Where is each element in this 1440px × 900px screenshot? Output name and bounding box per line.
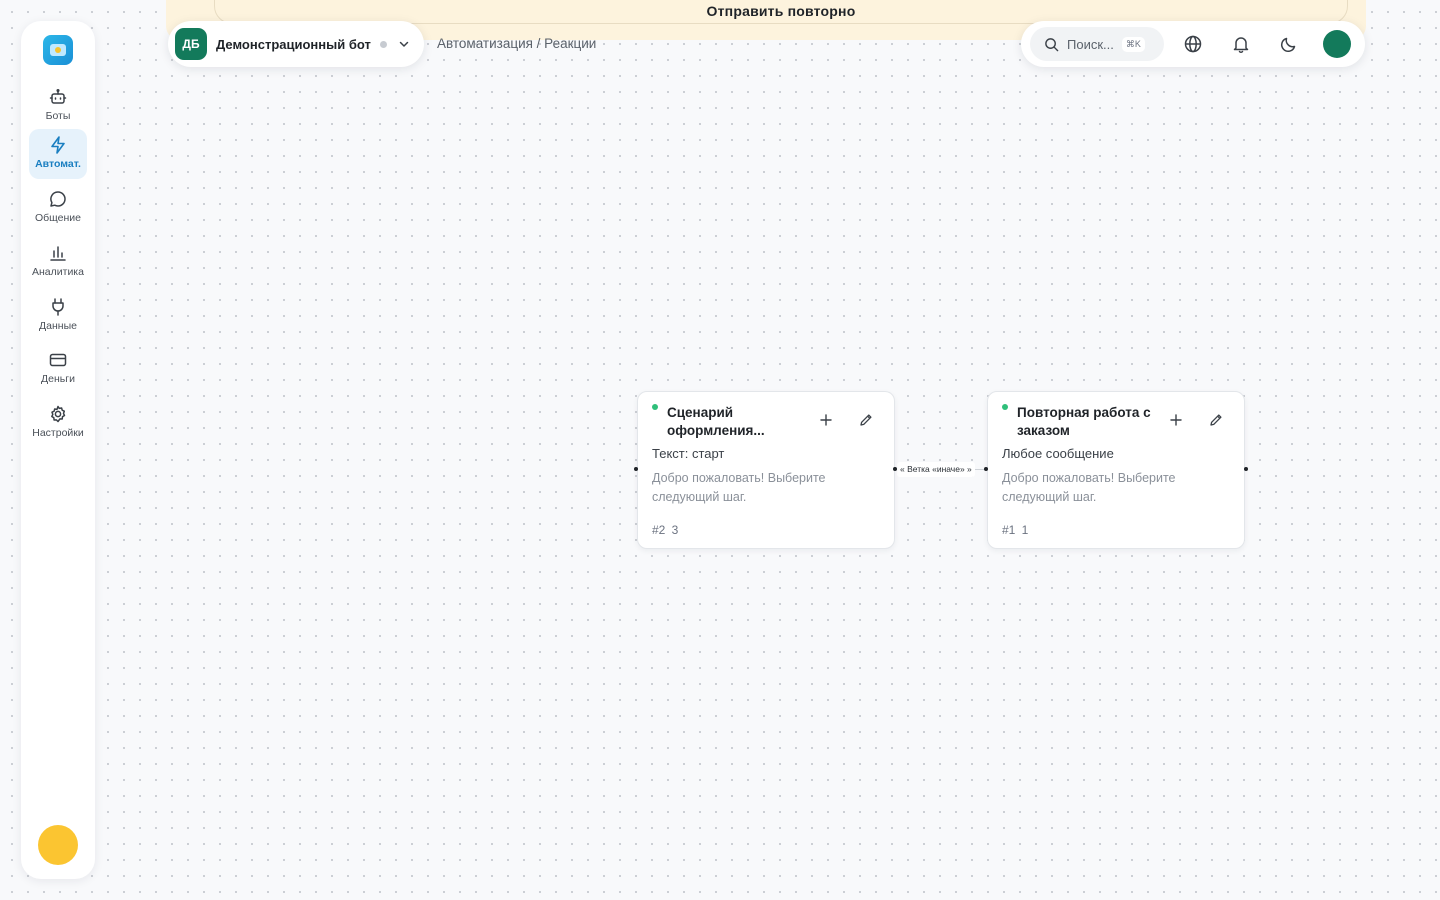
search-input[interactable]: Поиск... ⌘K xyxy=(1030,27,1164,61)
node-input-port[interactable] xyxy=(634,467,638,471)
lightning-icon xyxy=(51,136,65,154)
logo-icon xyxy=(50,44,66,56)
node-title: Сценарий оформления... xyxy=(667,405,765,438)
notifications-button[interactable] xyxy=(1229,32,1253,56)
sidebar-item-label: Боты xyxy=(45,110,71,122)
breadcrumb: Автоматизация / Реакции xyxy=(437,36,597,51)
sidebar-item-automation[interactable]: Автомат. xyxy=(29,129,87,179)
node-message: Добро пожаловать! Выберите следующий шаг… xyxy=(1002,471,1176,504)
bot-name: Демонстрационный бот xyxy=(216,36,371,52)
sidebar-item-label: Данные xyxy=(39,320,77,332)
bot-status-indicator xyxy=(379,40,387,48)
chat-icon xyxy=(50,191,66,207)
node-message: Добро пожаловать! Выберите следующий шаг… xyxy=(652,471,826,504)
flow-node[interactable]: Повторная работа с заказом Любое сообщен… xyxy=(987,391,1245,549)
sidebar-item-label: Настройки xyxy=(32,427,84,439)
search-icon xyxy=(1045,37,1059,51)
pencil-icon xyxy=(860,414,872,426)
search-placeholder: Поиск... xyxy=(1067,36,1114,52)
node-input-port[interactable] xyxy=(984,467,988,471)
sidebar-item-analytics[interactable]: Аналитика xyxy=(29,237,87,287)
sidebar-item-settings[interactable]: Настройки xyxy=(29,398,87,448)
node-status-dot xyxy=(1002,404,1008,410)
node-output-port[interactable] xyxy=(1244,467,1248,471)
sidebar-item-label: Автомат. xyxy=(35,158,81,170)
node-meta: #1 1 xyxy=(1002,523,1029,537)
add-step-button[interactable] xyxy=(817,411,835,429)
profile-avatar[interactable] xyxy=(1323,30,1351,58)
add-step-button[interactable] xyxy=(1167,411,1185,429)
sidebar-item-label: Общение xyxy=(34,212,82,224)
node-output-port[interactable] xyxy=(893,467,897,471)
resend-button[interactable]: Отправить повторно xyxy=(707,3,856,19)
node-title: Повторная работа с заказом xyxy=(1017,405,1151,438)
moon-icon xyxy=(1280,37,1296,53)
edge-label[interactable]: « Ветка «иначе» » xyxy=(897,462,975,477)
plus-icon xyxy=(820,414,832,426)
chevron-down-icon xyxy=(399,41,409,47)
sidebar-item-money[interactable]: Деньги xyxy=(29,344,87,394)
edit-node-button[interactable] xyxy=(1207,411,1225,429)
search-shortcut-badge: ⌘K xyxy=(1121,36,1145,52)
flow-node[interactable]: Сценарий оформления... Текст: старт Добр… xyxy=(637,391,895,549)
user-avatar[interactable] xyxy=(38,825,78,865)
gear-icon xyxy=(51,405,66,423)
bar-chart-icon xyxy=(50,246,66,261)
sidebar-item-chat[interactable]: Общение xyxy=(29,183,87,233)
bot-icon xyxy=(49,88,67,104)
pencil-icon xyxy=(1210,414,1222,426)
sidebar-item-data[interactable]: Данные xyxy=(29,291,87,341)
sidebar-item-bots[interactable]: Боты xyxy=(29,81,87,131)
globe-icon xyxy=(1184,35,1202,53)
plug-icon xyxy=(52,298,64,316)
top-toolbar: Поиск... ⌘K xyxy=(1021,21,1365,67)
theme-toggle-button[interactable] xyxy=(1277,32,1301,56)
bot-avatar: ДБ xyxy=(175,28,207,60)
bot-selector[interactable]: ДБ Демонстрационный бот xyxy=(168,21,424,67)
node-trigger: Любое сообщение xyxy=(1002,446,1114,461)
node-status-dot xyxy=(652,404,658,410)
sidebar: Боты Автомат. Общение Аналитика Данные Д… xyxy=(21,21,95,879)
language-button[interactable] xyxy=(1181,32,1205,56)
app-logo[interactable] xyxy=(43,35,73,65)
sidebar-item-label: Аналитика xyxy=(32,266,84,278)
edit-node-button[interactable] xyxy=(857,411,875,429)
sidebar-item-label: Деньги xyxy=(41,373,75,385)
credit-card-icon xyxy=(49,353,67,367)
node-trigger: Текст: старт xyxy=(652,446,725,461)
bell-icon xyxy=(1233,37,1249,54)
plus-icon xyxy=(1170,414,1182,426)
node-meta: #2 3 xyxy=(652,523,679,537)
